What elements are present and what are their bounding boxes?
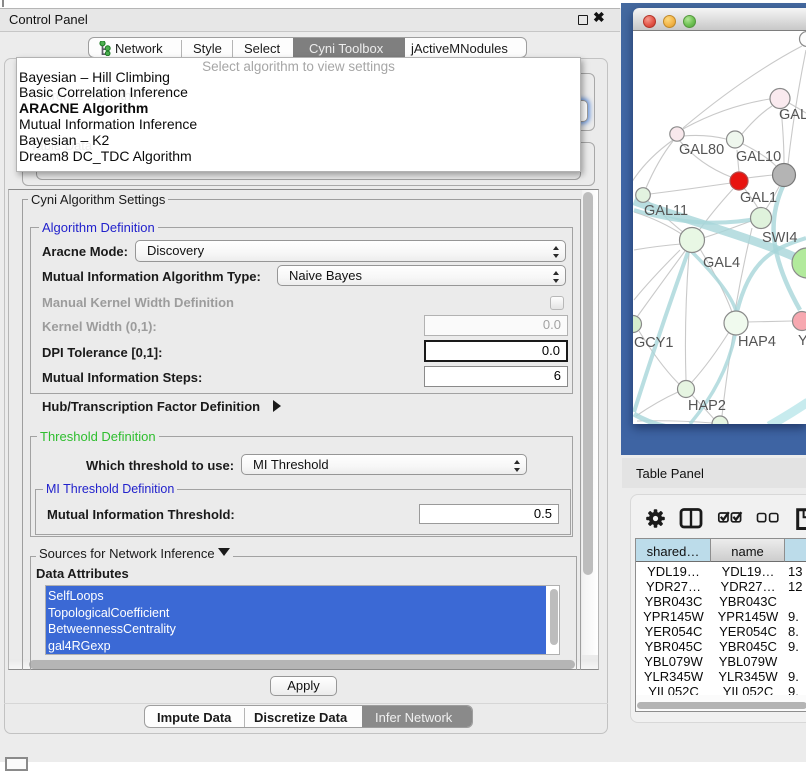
svg-text:GAL4: GAL4 <box>703 255 740 271</box>
svg-text:HAP4: HAP4 <box>738 334 776 350</box>
svg-text:GAL: GAL <box>779 107 806 123</box>
svg-text:GAL11: GAL11 <box>644 203 688 219</box>
svg-text:GAL80: GAL80 <box>679 142 724 158</box>
svg-text:GAL1: GAL1 <box>740 190 777 206</box>
svg-text:GAL10: GAL10 <box>736 149 781 165</box>
svg-text:GCY1: GCY1 <box>634 335 674 351</box>
svg-text:SWI4: SWI4 <box>762 230 797 246</box>
svg-text:HAP2: HAP2 <box>688 398 726 414</box>
svg-text:YJ: YJ <box>798 333 806 349</box>
